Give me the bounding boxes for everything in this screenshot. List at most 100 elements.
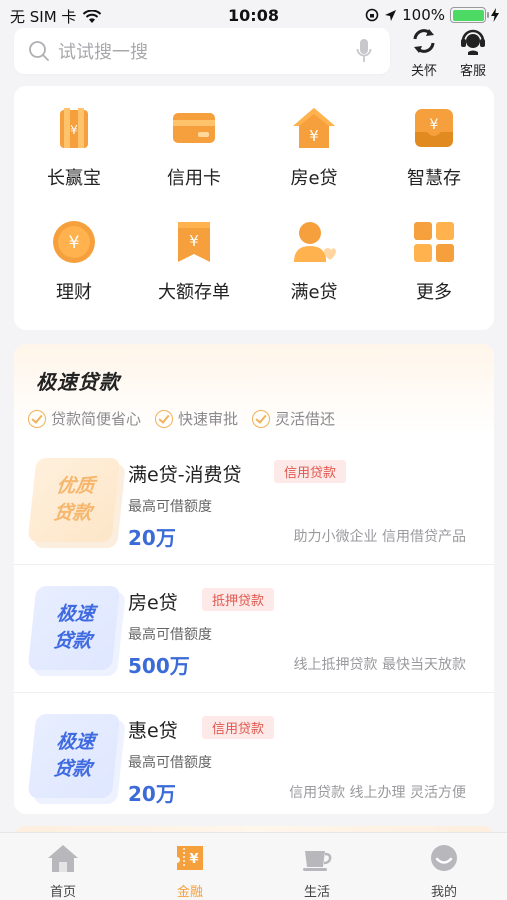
loan-product-hui-e-dai[interactable]: 极速 贷款 惠e贷 信用贷款 最高可借额度 20万 信用贷款 线上办理 灵活方便	[14, 702, 494, 814]
quick-item-label: 长赢宝	[47, 168, 101, 189]
product-name: 满e贷-消费贷	[128, 464, 242, 486]
microphone-icon[interactable]	[356, 38, 372, 64]
feature-item: 灵活借还	[252, 408, 335, 429]
quick-item-more[interactable]: 更多	[374, 218, 494, 304]
product-subtitle: 最高可借额度	[128, 499, 212, 515]
product-description: 线上抵押贷款 最快当天放款	[293, 657, 466, 673]
care-mode-label: 关怀	[410, 64, 437, 79]
premium-loan-badge: 优质 贷款	[27, 458, 121, 542]
quick-item-user-loan[interactable]: 满e贷	[254, 218, 374, 304]
tab-bar: 首页 ¥ 金融 生活 我的	[0, 832, 507, 900]
care-mode-button[interactable]: 关怀	[402, 26, 446, 79]
smart-deposit-icon: ¥	[410, 104, 458, 152]
feature-item: 快速审批	[155, 408, 238, 429]
refresh-care-icon	[413, 29, 435, 53]
badge-line: 贷款	[52, 758, 93, 780]
badge-line: 极速	[55, 731, 96, 753]
location-arrow-icon	[385, 9, 397, 21]
loan-section: 极速贷款 贷款简便省心 快速审批 灵活借还 优质 贷款 满e贷-消费贷 信用贷款…	[14, 344, 494, 814]
quick-item-label: 房e贷	[290, 168, 338, 189]
home-icon	[47, 843, 79, 873]
charging-bolt-icon	[491, 8, 499, 22]
quick-item-house-loan[interactable]: ¥ 房e贷	[254, 104, 374, 190]
badge-line: 优质	[55, 475, 96, 497]
loan-product-fang-e-dai[interactable]: 极速 贷款 房e贷 抵押贷款 最高可借额度 500万 线上抵押贷款 最快当天放款	[14, 574, 494, 702]
profile-icon	[428, 843, 460, 873]
wealth-icon: ¥	[50, 218, 98, 266]
search-input[interactable]: 试试搜一搜	[58, 38, 356, 64]
loan-features: 贷款简便省心 快速审批 灵活借还	[28, 408, 335, 429]
screen-lock-icon	[365, 8, 379, 22]
badge-line: 极速	[55, 603, 96, 625]
tab-finance[interactable]: ¥ 金融	[127, 843, 253, 900]
divider	[14, 692, 494, 693]
loan-section-title: 极速贷款	[36, 370, 120, 394]
battery-icon	[450, 7, 489, 23]
customer-service-label: 客服	[459, 64, 486, 79]
svg-text:¥: ¥	[69, 233, 80, 253]
battery-fill	[452, 9, 484, 21]
product-tag: 信用贷款	[274, 460, 347, 483]
product-amount: 500万	[128, 654, 190, 678]
product-description: 助力小微企业 信用借贷产品	[293, 529, 466, 545]
house-loan-icon: ¥	[290, 104, 338, 152]
large-deposit-icon: ¥	[170, 218, 218, 266]
quick-item-label: 信用卡	[167, 168, 221, 189]
check-icon	[252, 409, 271, 428]
express-loan-badge: 极速 贷款	[27, 586, 121, 670]
quick-item-label: 智慧存	[407, 168, 461, 189]
quick-item-credit-card[interactable]: 信用卡	[134, 104, 254, 190]
svg-text:¥: ¥	[430, 117, 439, 133]
check-icon	[155, 409, 174, 428]
search-bar[interactable]: 试试搜一搜	[14, 28, 390, 74]
credit-card-icon	[170, 104, 218, 152]
finance-icon: ¥	[174, 843, 206, 873]
tab-profile[interactable]: 我的	[381, 843, 507, 900]
quick-item-smart-deposit[interactable]: ¥ 智慧存	[374, 104, 494, 190]
quick-item-label: 满e贷	[290, 282, 338, 303]
svg-text:¥: ¥	[70, 123, 78, 137]
tab-label: 金融	[176, 885, 203, 900]
battery-percent: 100%	[402, 6, 445, 24]
badge-line: 贷款	[52, 630, 93, 652]
quick-item-long-win[interactable]: ¥ 长赢宝	[14, 104, 134, 190]
coffee-cup-icon	[301, 843, 333, 873]
product-amount: 20万	[128, 526, 176, 550]
express-loan-badge: 极速 贷款	[27, 714, 121, 798]
long-win-icon: ¥	[50, 104, 98, 152]
check-icon	[28, 409, 46, 428]
product-subtitle: 最高可借额度	[128, 755, 212, 771]
tab-label: 生活	[303, 885, 330, 900]
svg-text:¥: ¥	[309, 127, 319, 145]
quick-item-label: 理财	[56, 282, 92, 303]
tab-label: 我的	[430, 885, 457, 900]
product-name: 惠e贷	[128, 720, 178, 742]
tab-label: 首页	[49, 885, 76, 900]
more-grid-icon	[410, 218, 458, 266]
product-name: 房e贷	[128, 592, 178, 614]
product-tag: 信用贷款	[202, 716, 275, 739]
divider	[14, 564, 494, 565]
product-amount: 20万	[128, 782, 176, 806]
feature-label: 快速审批	[178, 410, 239, 428]
feature-item: 贷款简便省心	[28, 408, 141, 429]
product-description: 信用贷款 线上办理 灵活方便	[289, 785, 466, 801]
quick-item-wealth[interactable]: ¥ 理财	[14, 218, 134, 304]
search-icon	[29, 41, 49, 61]
badge-line: 贷款	[52, 502, 93, 524]
feature-label: 贷款简便省心	[51, 410, 142, 428]
quick-item-label: 大额存单	[158, 282, 230, 303]
tab-home[interactable]: 首页	[0, 843, 126, 900]
quick-item-large-deposit[interactable]: ¥ 大额存单	[134, 218, 254, 304]
loan-product-man-e-dai[interactable]: 优质 贷款 满e贷-消费贷 信用贷款 最高可借额度 20万 助力小微企业 信用借…	[14, 446, 494, 574]
status-right: 100%	[365, 6, 499, 24]
svg-text:¥: ¥	[189, 852, 198, 867]
quick-menu: ¥ 长赢宝 信用卡 ¥ 房e贷 ¥ 智慧存 ¥ 理财 ¥ 大额存单 满e贷 更多	[14, 86, 494, 330]
user-loan-icon	[290, 218, 338, 266]
product-tag: 抵押贷款	[202, 588, 275, 611]
customer-service-button[interactable]: 客服	[451, 26, 495, 79]
feature-label: 灵活借还	[275, 410, 336, 428]
customer-service-icon	[461, 29, 485, 55]
tab-life[interactable]: 生活	[254, 843, 380, 900]
product-subtitle: 最高可借额度	[128, 627, 212, 643]
